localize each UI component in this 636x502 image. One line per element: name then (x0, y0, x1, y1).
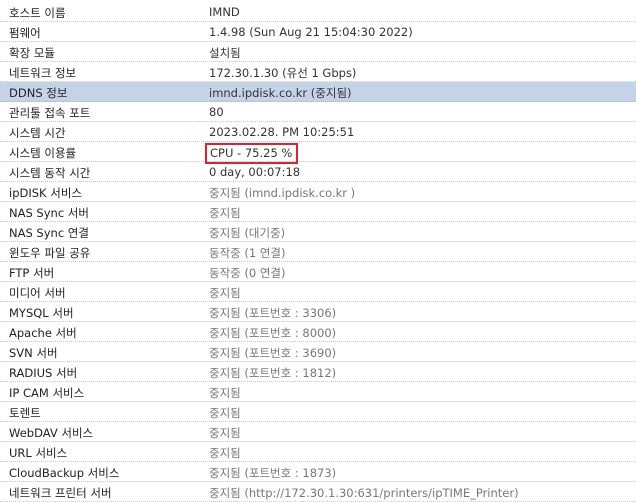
row-value: 중지됨 (대기중) (209, 226, 286, 240)
info-row-cloudbackup: CloudBackup 서비스 중지됨 (포트번호 : 1873) (0, 462, 636, 482)
info-row-system-usage: 시스템 이용률 CPU - 75.25 % (0, 142, 636, 164)
row-value: 0 day, 00:07:18 (209, 165, 301, 179)
row-value: IMND (209, 5, 240, 19)
row-label: URL 서비스 (9, 446, 68, 460)
row-label: CloudBackup 서비스 (9, 466, 120, 480)
row-value: 중지됨 (209, 286, 241, 300)
info-row-network: 네트워크 정보 172.30.1.30 (유선 1 Gbps) (0, 62, 636, 82)
info-row-ipdisk: ipDISK 서비스 중지됨 (imnd.ipdisk.co.kr ) (0, 182, 636, 202)
row-label: DDNS 정보 (9, 86, 68, 100)
row-label: 호스트 이름 (9, 6, 66, 20)
info-row-url-service: URL 서비스 중지됨 (0, 442, 636, 462)
info-row-hostname: 호스트 이름 IMND (0, 2, 636, 22)
cpu-usage-value: CPU - 75.25 % (205, 143, 299, 164)
info-row-windows-file-share: 윈도우 파일 공유 동작중 (1 연결) (0, 242, 636, 262)
info-row-ip-cam: IP CAM 서비스 중지됨 (0, 382, 636, 402)
row-label: 토렌트 (9, 406, 41, 420)
row-label: ipDISK 서비스 (9, 186, 82, 200)
info-row-system-time: 시스템 시간 2023.02.28. PM 10:25:51 (0, 122, 636, 142)
row-label: 관리툴 접속 포트 (9, 106, 91, 120)
system-info-table: 호스트 이름 IMND 펌웨어 1.4.98 (Sun Aug 21 15:04… (0, 2, 636, 502)
row-value: 중지됨 (209, 446, 241, 460)
row-label: 시스템 시간 (9, 126, 66, 140)
row-label: 펌웨어 (9, 26, 41, 40)
row-value: 중지됨 (209, 386, 241, 400)
row-label: RADIUS 서버 (9, 366, 78, 380)
row-label: 윈도우 파일 공유 (9, 246, 91, 260)
row-label: 미디어 서버 (9, 286, 66, 300)
row-label: IP CAM 서비스 (9, 386, 85, 400)
info-row-firmware: 펌웨어 1.4.98 (Sun Aug 21 15:04:30 2022) (0, 22, 636, 42)
row-value: 중지됨 (포트번호 : 8000) (209, 326, 337, 340)
info-row-torrent: 토렌트 중지됨 (0, 402, 636, 422)
row-value: 중지됨 (포트번호 : 1812) (209, 366, 337, 380)
row-value: 중지됨 (포트번호 : 3306) (209, 306, 337, 320)
row-value: 중지됨 (imnd.ipdisk.co.kr ) (209, 186, 356, 200)
row-value: 설치됨 (209, 46, 241, 60)
row-label: WebDAV 서비스 (9, 426, 94, 440)
row-value: 2023.02.28. PM 10:25:51 (209, 125, 355, 139)
info-row-ftp-server: FTP 서버 동작중 (0 연결) (0, 262, 636, 282)
info-row-uptime: 시스템 동작 시간 0 day, 00:07:18 (0, 162, 636, 182)
info-row-ddns: DDNS 정보 imnd.ipdisk.co.kr (중지됨) (0, 82, 636, 102)
row-value: 동작중 (0 연결) (209, 266, 286, 280)
row-value: 중지됨 (포트번호 : 1873) (209, 466, 337, 480)
row-value: 80 (209, 105, 224, 119)
info-row-mysql-server: MYSQL 서버 중지됨 (포트번호 : 3306) (0, 302, 636, 322)
info-row-network-printer: 네트워크 프린터 서버 중지됨 (http://172.30.1.30:631/… (0, 482, 636, 502)
row-label: FTP 서버 (9, 266, 55, 280)
row-value: 172.30.1.30 (유선 1 Gbps) (209, 66, 357, 80)
row-value: 중지됨 (209, 206, 241, 220)
info-row-nas-sync-server: NAS Sync 서버 중지됨 (0, 202, 636, 222)
row-label: SVN 서버 (9, 346, 58, 360)
row-label: NAS Sync 서버 (9, 206, 89, 220)
row-label: 시스템 이용률 (9, 146, 77, 160)
info-row-media-server: 미디어 서버 중지됨 (0, 282, 636, 302)
info-row-admin-port: 관리툴 접속 포트 80 (0, 102, 636, 122)
row-value: 동작중 (1 연결) (209, 246, 286, 260)
row-label: MYSQL 서버 (9, 306, 74, 320)
row-value: 중지됨 (209, 406, 241, 420)
info-row-nas-sync-connection: NAS Sync 연결 중지됨 (대기중) (0, 222, 636, 242)
info-row-radius-server: RADIUS 서버 중지됨 (포트번호 : 1812) (0, 362, 636, 382)
info-row-apache-server: Apache 서버 중지됨 (포트번호 : 8000) (0, 322, 636, 342)
row-value: imnd.ipdisk.co.kr (중지됨) (209, 86, 352, 100)
row-label: NAS Sync 연결 (9, 226, 89, 240)
row-label: 확장 모듈 (9, 46, 55, 60)
row-label: 시스템 동작 시간 (9, 166, 91, 180)
row-value: 중지됨 (209, 426, 241, 440)
info-row-webdav: WebDAV 서비스 중지됨 (0, 422, 636, 442)
row-label: Apache 서버 (9, 326, 77, 340)
row-label: 네트워크 정보 (9, 66, 77, 80)
row-value: 중지됨 (포트번호 : 3690) (209, 346, 337, 360)
row-value: 1.4.98 (Sun Aug 21 15:04:30 2022) (209, 25, 413, 39)
info-row-svn-server: SVN 서버 중지됨 (포트번호 : 3690) (0, 342, 636, 362)
info-row-extension-module: 확장 모듈 설치됨 (0, 42, 636, 62)
